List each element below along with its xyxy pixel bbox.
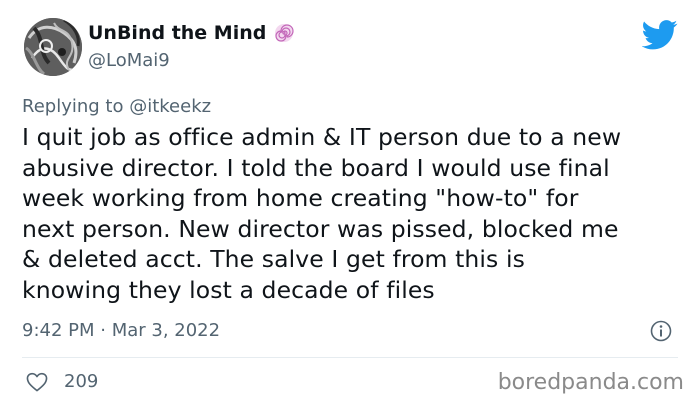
replying-to-prefix: Replying to <box>22 96 130 117</box>
cyclone-emoji-icon <box>275 24 294 42</box>
avatar[interactable] <box>24 18 82 76</box>
name-row: UnBind the Mind <box>88 22 294 44</box>
tweet-text-line: I quit job as office admin & IT person d… <box>22 123 622 151</box>
divider <box>22 357 678 358</box>
heart-icon <box>26 372 48 391</box>
user-handle[interactable]: @LoMai9 <box>88 50 170 71</box>
tweet-text-line: abusive director. I told the board I wou… <box>22 153 610 182</box>
info-icon[interactable] <box>650 320 672 342</box>
tweet-text-line: knowing they lost a decade of files <box>22 275 435 304</box>
tweet-text-line: next person. New director was pissed, bl… <box>22 214 619 243</box>
like-count: 209 <box>64 371 99 392</box>
like-button[interactable]: 209 <box>26 371 98 392</box>
watermark: boredpanda.com <box>497 370 684 395</box>
replying-to-mention[interactable]: @itkeekz <box>129 96 211 117</box>
tweet-text-line: & deleted acct. The salve I get from thi… <box>22 245 525 273</box>
twitter-bird-icon[interactable] <box>642 20 678 50</box>
replying-to: Replying to @itkeekz <box>22 96 211 117</box>
tweet-text-line: week working from home creating "how-to"… <box>22 184 579 212</box>
avatar-image <box>24 18 82 76</box>
tweet-text: I quit job as office admin & IT person d… <box>22 122 682 305</box>
tweet-timestamp[interactable]: 9:42 PM · Mar 3, 2022 <box>22 320 220 341</box>
display-name[interactable]: UnBind the Mind <box>88 22 266 44</box>
tweet-header: UnBind the Mind @LoMai9 <box>20 18 680 78</box>
